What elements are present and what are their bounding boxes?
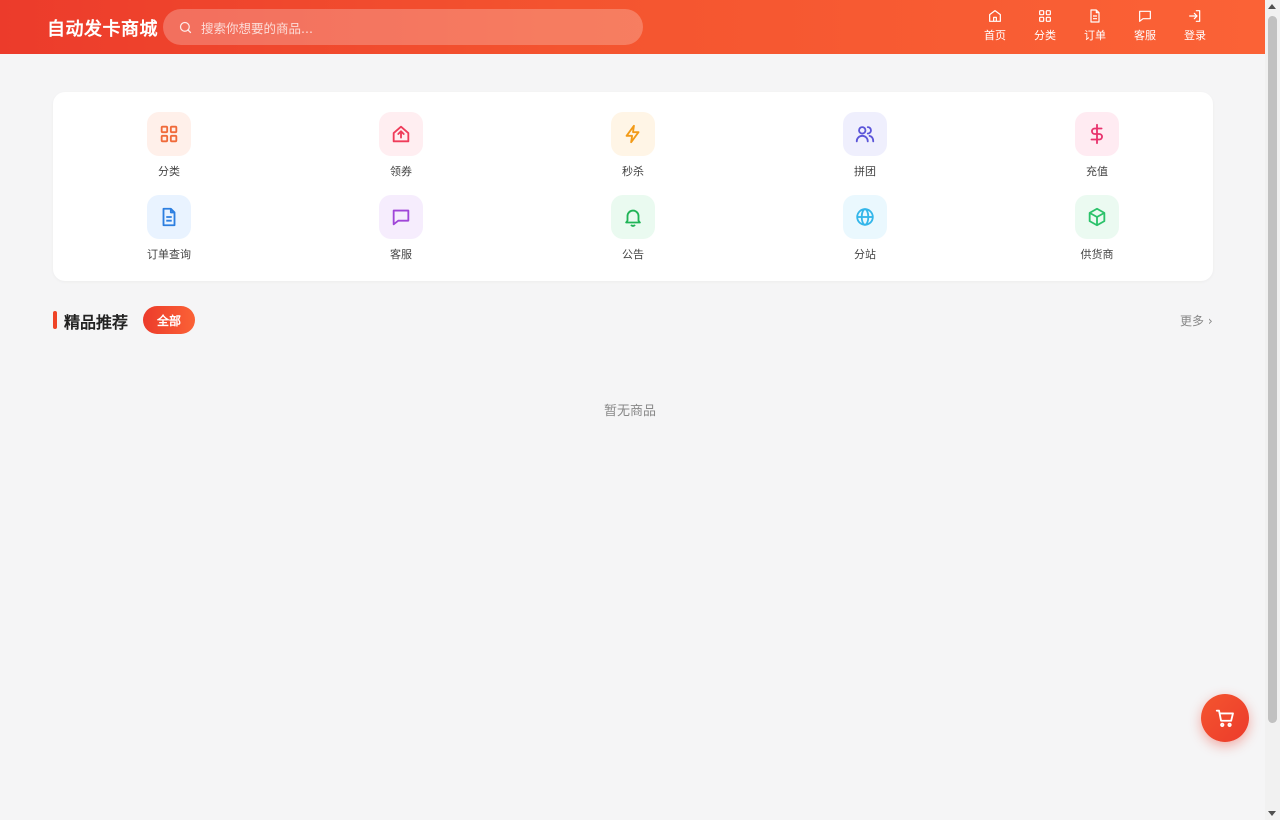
document-icon bbox=[1090, 9, 1100, 23]
nav-category[interactable]: 分类 bbox=[1025, 8, 1065, 48]
quick-item-label: 订单查询 bbox=[147, 248, 191, 261]
page-scrollbar[interactable] bbox=[1265, 0, 1280, 820]
users-icon bbox=[855, 126, 875, 143]
section-title: 精品推荐 bbox=[64, 313, 129, 332]
section-tag-all-button[interactable]: 全部 bbox=[143, 306, 195, 334]
nav-home-label: 首页 bbox=[984, 29, 1006, 42]
quick-item-label: 供货商 bbox=[1080, 248, 1114, 261]
login-icon bbox=[1189, 10, 1201, 22]
cart-icon bbox=[1215, 709, 1234, 727]
bell-icon bbox=[625, 209, 641, 227]
quick-item-service[interactable]: 客服 bbox=[351, 195, 451, 262]
quick-icon-box bbox=[611, 112, 655, 156]
nav-category-label: 分类 bbox=[1034, 29, 1056, 42]
quick-icon-box bbox=[1075, 112, 1119, 156]
empty-state-text: 暂无商品 bbox=[604, 404, 657, 419]
quick-item-notice[interactable]: 公告 bbox=[583, 195, 683, 262]
lightning-icon bbox=[625, 124, 640, 144]
quick-icon-box bbox=[843, 112, 887, 156]
globe-icon bbox=[856, 208, 874, 226]
quick-item-coupon[interactable]: 领券 bbox=[351, 112, 451, 179]
quick-item-recharge[interactable]: 充值 bbox=[1047, 112, 1147, 179]
dollar-icon bbox=[1090, 123, 1103, 145]
quick-item-flash-sale[interactable]: 秒杀 bbox=[583, 112, 683, 179]
search-input[interactable]: 搜索你想要的商品... bbox=[163, 9, 643, 45]
nav-service-label: 客服 bbox=[1134, 29, 1156, 42]
search-icon bbox=[179, 21, 192, 33]
nav-home[interactable]: 首页 bbox=[975, 8, 1015, 48]
document-icon bbox=[162, 207, 176, 227]
quick-icon-box bbox=[843, 195, 887, 239]
quick-icon-box bbox=[1075, 195, 1119, 239]
quick-item-order-query[interactable]: 订单查询 bbox=[119, 195, 219, 262]
nav-orders[interactable]: 订单 bbox=[1075, 8, 1115, 48]
search-placeholder: 搜索你想要的商品... bbox=[201, 20, 313, 36]
quick-icon-box bbox=[147, 112, 191, 156]
quick-icon-box bbox=[379, 195, 423, 239]
quick-item-label: 秒杀 bbox=[622, 165, 644, 178]
quick-item-category[interactable]: 分类 bbox=[119, 112, 219, 179]
scroll-up-arrow-icon[interactable] bbox=[1268, 4, 1276, 9]
quick-item-label: 充值 bbox=[1086, 165, 1108, 178]
site-logo[interactable]: 自动发卡商城 bbox=[47, 15, 158, 41]
nav-login-label: 登录 bbox=[1184, 29, 1206, 42]
quick-item-supplier[interactable]: 供货商 bbox=[1047, 195, 1147, 262]
quick-item-substation[interactable]: 分站 bbox=[815, 195, 915, 262]
floating-cart-button[interactable] bbox=[1201, 694, 1249, 742]
quick-item-label: 分类 bbox=[158, 165, 180, 178]
home-icon bbox=[989, 10, 1001, 22]
box-icon bbox=[1088, 207, 1106, 227]
nav-login[interactable]: 登录 bbox=[1175, 8, 1215, 48]
quick-icon-box bbox=[379, 112, 423, 156]
nav-service[interactable]: 客服 bbox=[1125, 8, 1165, 48]
more-link[interactable]: 更多 › bbox=[1180, 312, 1213, 329]
grid-icon bbox=[160, 125, 178, 143]
chat-icon bbox=[1139, 10, 1151, 22]
quick-item-label: 领券 bbox=[390, 165, 412, 178]
quick-item-label: 客服 bbox=[390, 248, 412, 261]
coupon-icon bbox=[392, 125, 410, 143]
scroll-down-arrow-icon[interactable] bbox=[1268, 811, 1276, 816]
chat-icon bbox=[392, 209, 410, 226]
quick-item-label: 分站 bbox=[854, 248, 876, 261]
nav-orders-label: 订单 bbox=[1084, 29, 1106, 42]
quick-item-label: 公告 bbox=[622, 248, 644, 261]
quick-icon-box bbox=[611, 195, 655, 239]
top-header: 自动发卡商城 搜索你想要的商品... 首页 分类 订单 客服 登录 bbox=[0, 0, 1265, 54]
section-accent-bar bbox=[53, 311, 57, 329]
scrollbar-thumb[interactable] bbox=[1268, 16, 1277, 723]
quick-item-label: 拼团 bbox=[854, 165, 876, 178]
quick-icon-box bbox=[147, 195, 191, 239]
quick-entry-card: 分类 领券 秒杀 拼团 充值 订单查询 客服 公告 分站 供货商 bbox=[53, 92, 1213, 281]
quick-item-group-buy[interactable]: 拼团 bbox=[815, 112, 915, 179]
grid-icon bbox=[1039, 10, 1051, 22]
